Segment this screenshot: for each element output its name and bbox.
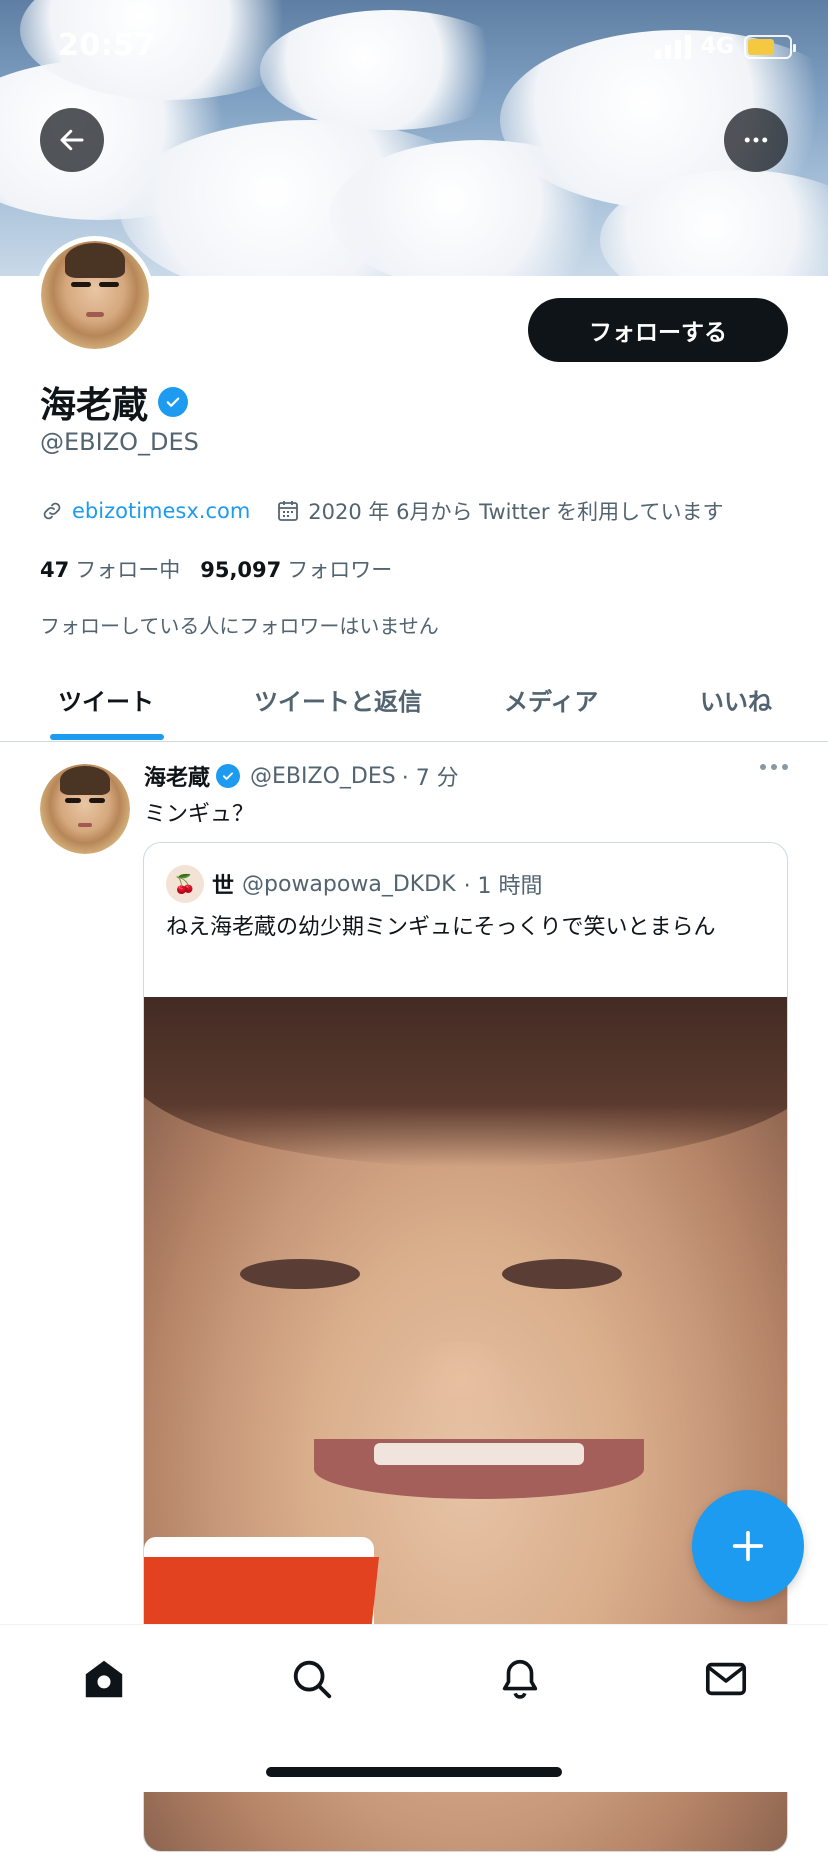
- followers-count: 95,097: [200, 558, 282, 582]
- arrow-left-icon: [60, 129, 84, 151]
- status-time: 20:57: [58, 28, 156, 63]
- joined-date: 2020 年 6月から Twitter を利用しています: [308, 500, 724, 524]
- battery-icon: [744, 34, 796, 59]
- search-icon: [293, 1660, 332, 1699]
- following-count: 47: [40, 558, 70, 582]
- signal-icon: [654, 34, 691, 59]
- followers-you-know-note: フォローしている人にフォロワーはいません: [40, 614, 439, 638]
- nav-messages[interactable]: [702, 1655, 750, 1703]
- follow-counts: 47 フォロー中 95,097 フォロワー: [40, 554, 392, 584]
- avatar-photo: [40, 764, 130, 854]
- verified-badge-icon: [158, 387, 189, 417]
- quoted-tweet-header: 🍒 世 @powapowa_DKDK · 1 時間: [166, 865, 543, 903]
- network-type: 4G: [700, 34, 734, 59]
- quoted-tweet-time: · 1 時間: [463, 874, 543, 899]
- more-horizontal-icon: [760, 764, 766, 770]
- followers-label: フォロワー: [287, 558, 393, 582]
- quoted-author-handle: @powapowa_DKDK: [242, 871, 456, 897]
- mail-icon: [705, 1662, 747, 1696]
- active-tab-indicator: [50, 734, 164, 740]
- quoted-tweet-text: ねえ海老蔵の幼少期ミンギュにそっくりで笑いとまらん: [166, 915, 716, 940]
- profile-banner[interactable]: 20:57 4G: [0, 0, 828, 276]
- bell-icon: [502, 1659, 538, 1699]
- back-button[interactable]: [40, 108, 104, 172]
- nav-home[interactable]: [80, 1655, 128, 1703]
- avatar-photo: [41, 241, 149, 349]
- bottom-navigation: [0, 1624, 828, 1792]
- verified-badge-icon: [216, 764, 241, 788]
- profile-handle: @EBIZO_DES: [40, 428, 199, 456]
- profile-name-row: 海老蔵: [40, 376, 189, 428]
- home-indicator: [266, 1767, 562, 1777]
- tweet-more-button[interactable]: [760, 764, 788, 770]
- status-indicators: 4G: [654, 34, 796, 59]
- tab-media[interactable]: メディア: [504, 682, 598, 717]
- tweet-time: · 7 分: [401, 766, 459, 791]
- tweet-text: ミンギュ？: [144, 802, 255, 827]
- profile-tabs: ツイート ツイートと返信 メディア いいね: [0, 666, 828, 742]
- home-icon: [85, 1660, 123, 1698]
- tweet-header: 海老蔵 @EBIZO_DES · 7 分: [144, 760, 459, 792]
- tab-likes[interactable]: いいね: [700, 682, 772, 717]
- calendar-icon: [278, 501, 299, 521]
- plus-icon: [732, 1530, 764, 1562]
- profile-avatar[interactable]: [36, 236, 154, 354]
- profile-meta: ebizotimesx.com 2020 年 6月から Twitter を利用し…: [40, 496, 724, 526]
- banner-cloud: [260, 10, 520, 130]
- follow-button[interactable]: フォローする: [528, 298, 788, 362]
- tweet-author-handle[interactable]: @EBIZO_DES: [250, 764, 396, 789]
- tab-tweets-and-replies[interactable]: ツイートと返信: [254, 682, 422, 717]
- website-link[interactable]: ebizotimesx.com: [72, 499, 250, 523]
- nav-search[interactable]: [288, 1655, 336, 1703]
- tweet-avatar[interactable]: [40, 764, 130, 854]
- more-options-button[interactable]: [724, 108, 788, 172]
- tab-tweets[interactable]: ツイート: [58, 682, 154, 717]
- link-icon: [43, 502, 61, 520]
- followers-count-link[interactable]: 95,097 フォロワー: [200, 554, 392, 584]
- following-count-link[interactable]: 47 フォロー中: [40, 554, 180, 584]
- quoted-author-name: 世: [212, 874, 235, 899]
- quoted-author-avatar: 🍒: [166, 865, 204, 903]
- compose-tweet-button[interactable]: [692, 1490, 804, 1602]
- following-label: フォロー中: [75, 558, 181, 582]
- nav-notifications[interactable]: [496, 1655, 544, 1703]
- profile-name: 海老蔵: [40, 385, 149, 426]
- more-horizontal-icon: [744, 137, 768, 143]
- tweet-author-name[interactable]: 海老蔵: [144, 760, 210, 792]
